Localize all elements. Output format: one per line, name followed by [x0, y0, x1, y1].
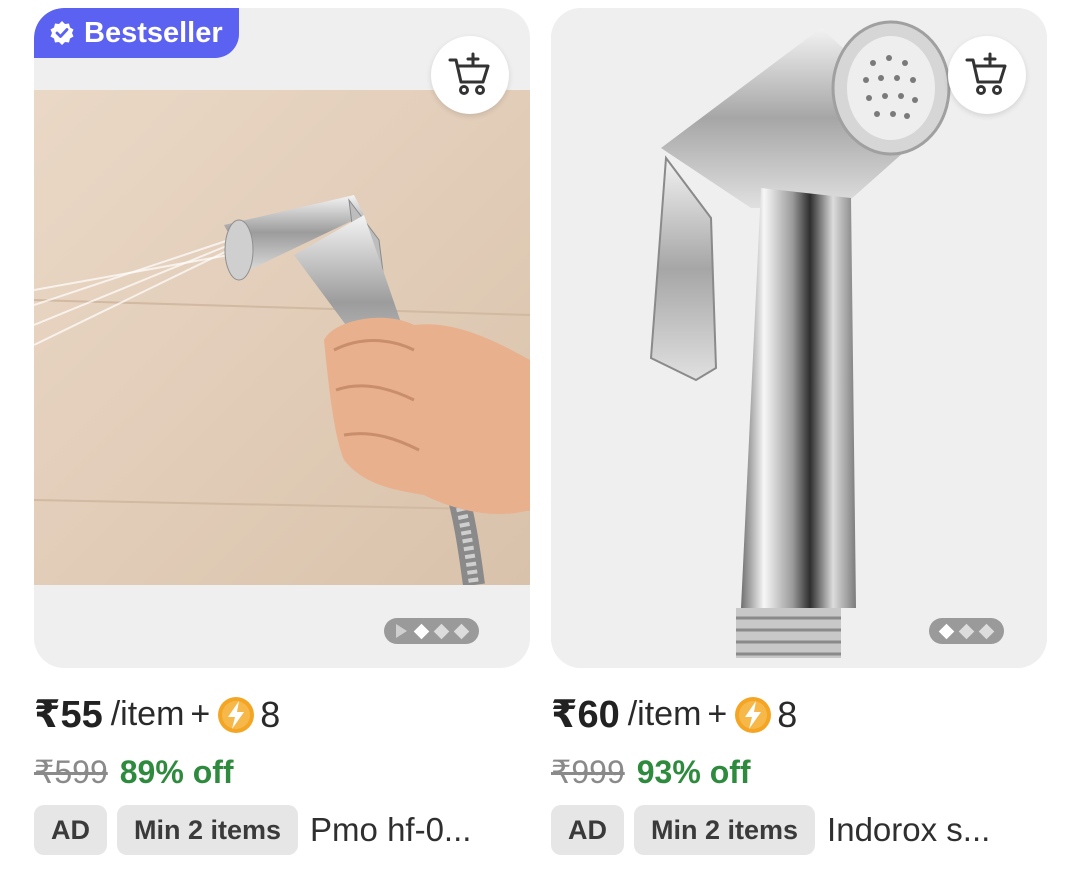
lightning-coin-icon	[735, 696, 772, 733]
discount-row: ₹599 89% off	[34, 753, 530, 791]
coin-count: 8	[777, 693, 798, 735]
carousel-indicator[interactable]	[384, 618, 479, 644]
carousel-dot	[978, 623, 995, 639]
lightning-coin-icon	[218, 696, 255, 733]
add-to-cart-button[interactable]	[431, 36, 509, 114]
product-title[interactable]: Pmo hf-0...	[310, 811, 471, 849]
add-to-cart-icon	[965, 52, 1007, 95]
ad-tag: AD	[551, 805, 624, 855]
carousel-dot	[958, 623, 975, 639]
plus-sign: +	[707, 695, 728, 733]
tag-row: AD Min 2 items Indorox s...	[551, 805, 1047, 855]
price-unit: /item	[110, 695, 185, 733]
original-price: ₹999	[551, 754, 625, 790]
price-row: ₹55 /item + 8	[34, 692, 530, 737]
discount-percent: 93% off	[636, 753, 751, 790]
discount-percent: 89% off	[119, 753, 234, 790]
play-icon	[396, 624, 407, 638]
price: ₹55	[34, 694, 103, 736]
price-row: ₹60 /item + 8	[551, 692, 1047, 737]
add-to-cart-button[interactable]	[948, 36, 1026, 114]
product-card[interactable]: Bestseller ₹55 /item + 8 ₹599 89% off AD…	[34, 8, 530, 855]
tag-row: AD Min 2 items Pmo hf-0...	[34, 805, 530, 855]
carousel-dot	[413, 623, 430, 639]
carousel-dot	[453, 623, 470, 639]
original-price: ₹599	[34, 754, 108, 790]
product-photo	[34, 90, 530, 585]
carousel-dot	[433, 623, 450, 639]
carousel-dot	[938, 623, 955, 639]
product-title[interactable]: Indorox s...	[827, 811, 990, 849]
price: ₹60	[551, 694, 620, 736]
price-unit: /item	[627, 695, 702, 733]
product-image-area[interactable]	[551, 8, 1047, 668]
min-quantity-tag: Min 2 items	[634, 805, 816, 855]
add-to-cart-icon	[448, 52, 490, 95]
coin-count: 8	[260, 693, 281, 735]
badge-label: Bestseller	[84, 16, 223, 49]
carousel-indicator[interactable]	[929, 618, 1004, 644]
plus-sign: +	[190, 695, 211, 733]
ad-tag: AD	[34, 805, 107, 855]
min-quantity-tag: Min 2 items	[117, 805, 299, 855]
product-card[interactable]: ₹60 /item + 8 ₹999 93% off AD Min 2 item…	[551, 8, 1047, 855]
verified-check-icon	[50, 21, 74, 45]
bestseller-badge: Bestseller	[34, 8, 239, 58]
discount-row: ₹999 93% off	[551, 753, 1047, 791]
product-image-area[interactable]: Bestseller	[34, 8, 530, 668]
